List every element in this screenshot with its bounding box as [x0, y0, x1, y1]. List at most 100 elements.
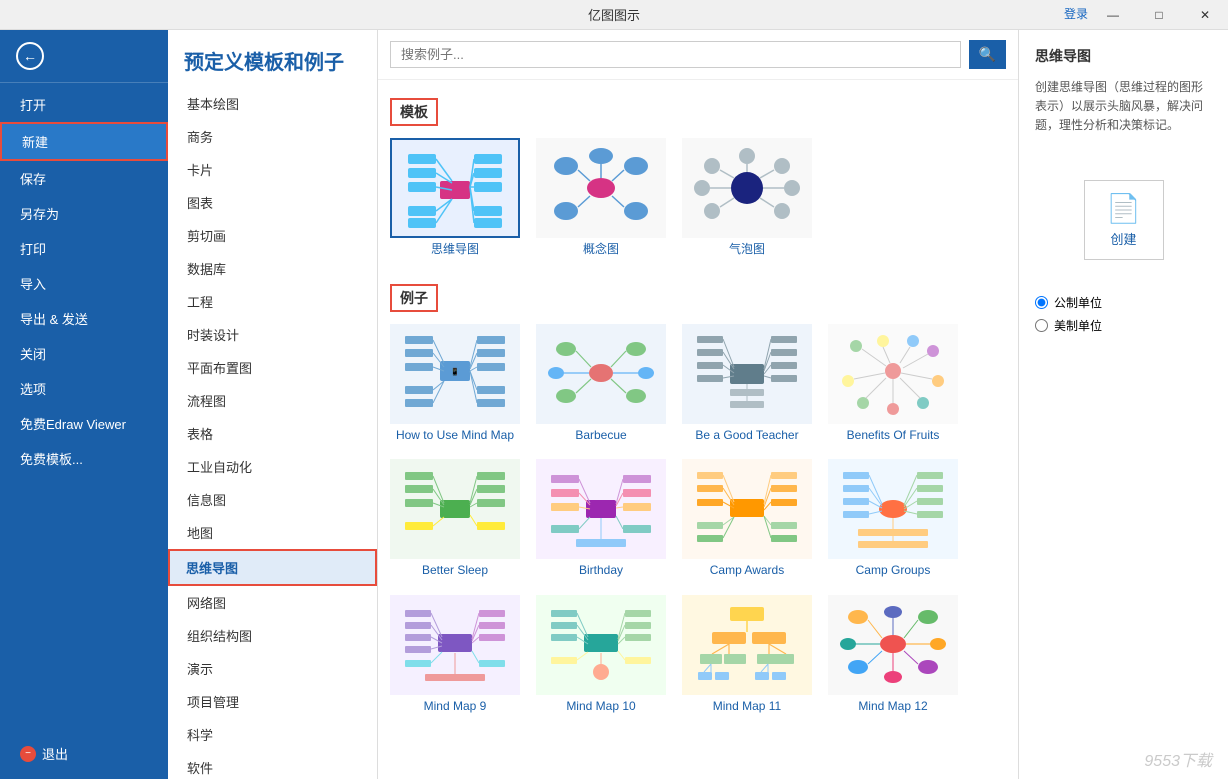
- category-item-industrial[interactable]: 工业自动化: [168, 450, 377, 483]
- unit-label-imperial: 美制单位: [1054, 317, 1102, 334]
- example-name-8: Camp Groups: [828, 563, 958, 579]
- login-button[interactable]: 登录: [1064, 5, 1088, 22]
- category-item-project[interactable]: 项目管理: [168, 685, 377, 718]
- category-item-science[interactable]: 科学: [168, 718, 377, 751]
- category-item-database[interactable]: 数据库: [168, 252, 377, 285]
- example-how-to-use[interactable]: 📱: [390, 324, 520, 444]
- example-thumb-5: [390, 459, 520, 559]
- category-item-network[interactable]: 网络图: [168, 586, 377, 619]
- example-11[interactable]: Mind Map 11: [682, 595, 812, 715]
- sidebar-item-save[interactable]: 保存: [0, 161, 168, 196]
- unit-option-imperial[interactable]: 美制单位: [1035, 317, 1212, 334]
- sidebar-item-saveas[interactable]: 另存为: [0, 196, 168, 231]
- example-thumb-4: [828, 324, 958, 424]
- sidebar-item-free-template[interactable]: 免费模板...: [0, 441, 168, 476]
- sidebar-item-exit[interactable]: − 退出: [0, 736, 168, 771]
- example-thumb-8: [828, 459, 958, 559]
- template-panel: 🔍 模板: [378, 30, 1018, 779]
- svg-text:📱: 📱: [451, 367, 460, 376]
- category-item-presentation[interactable]: 演示: [168, 652, 377, 685]
- close-button[interactable]: ✕: [1182, 0, 1228, 30]
- back-icon: ←: [16, 42, 44, 70]
- category-item-card[interactable]: 卡片: [168, 153, 377, 186]
- template-name-concept: 概念图: [536, 242, 666, 258]
- example-good-teacher[interactable]: Be a Good Teacher: [682, 324, 812, 444]
- example-name-1: How to Use Mind Map: [390, 428, 520, 444]
- example-camp-groups[interactable]: Camp Groups: [828, 459, 958, 579]
- sidebar-footer: − 退出: [0, 728, 168, 779]
- templates-grid: 思维导图: [390, 138, 1006, 258]
- category-panel: 预定义模板和例子 基本绘图 商务 卡片 图表 剪切画 数据库 工程 时装设计 平…: [168, 30, 378, 779]
- example-thumb-9: [390, 595, 520, 695]
- category-item-engineering[interactable]: 工程: [168, 285, 377, 318]
- exit-icon: −: [20, 746, 36, 762]
- example-birthday[interactable]: Birthday: [536, 459, 666, 579]
- example-name-7: Camp Awards: [682, 563, 812, 579]
- sidebar-item-new[interactable]: 新建: [0, 122, 168, 161]
- category-item-software[interactable]: 软件: [168, 751, 377, 779]
- search-button[interactable]: 🔍: [969, 40, 1006, 69]
- example-better-sleep[interactable]: Better Sleep: [390, 459, 520, 579]
- sidebar-item-close[interactable]: 关闭: [0, 336, 168, 371]
- category-item-clip[interactable]: 剪切画: [168, 219, 377, 252]
- example-fruits[interactable]: Benefits Of Fruits: [828, 324, 958, 444]
- category-item-business[interactable]: 商务: [168, 120, 377, 153]
- category-item-flowchart[interactable]: 流程图: [168, 384, 377, 417]
- title-bar: 亿图图示 登录 — □ ✕: [0, 0, 1228, 30]
- example-name-5: Better Sleep: [390, 563, 520, 579]
- maximize-button[interactable]: □: [1136, 0, 1182, 30]
- example-name-6: Birthday: [536, 563, 666, 579]
- examples-section-header: 例子: [390, 284, 438, 312]
- sidebar-item-import[interactable]: 导入: [0, 266, 168, 301]
- unit-radio-metric[interactable]: [1035, 296, 1048, 309]
- example-thumb-3: [682, 324, 812, 424]
- example-name-4: Benefits Of Fruits: [828, 428, 958, 444]
- sidebar-menu: 打开 新建 保存 另存为 打印 导入 导出 & 发送 关闭 选项 免费Edraw…: [0, 83, 168, 480]
- category-item-chart[interactable]: 图表: [168, 186, 377, 219]
- example-thumb-11: [682, 595, 812, 695]
- window-controls: — □ ✕: [1090, 0, 1228, 30]
- example-thumb-6: [536, 459, 666, 559]
- example-camp-awards[interactable]: Camp Awards: [682, 459, 812, 579]
- example-12[interactable]: Mind Map 12: [828, 595, 958, 715]
- examples-grid: 📱: [390, 324, 1006, 715]
- example-name-9: Mind Map 9: [390, 699, 520, 715]
- minimize-button[interactable]: —: [1090, 0, 1136, 30]
- sidebar-item-options[interactable]: 选项: [0, 371, 168, 406]
- sidebar-item-print[interactable]: 打印: [0, 231, 168, 266]
- search-bar: 🔍: [378, 30, 1018, 80]
- template-bubble[interactable]: 气泡图: [682, 138, 812, 258]
- example-barbecue[interactable]: Barbecue: [536, 324, 666, 444]
- template-concept[interactable]: 概念图: [536, 138, 666, 258]
- info-panel: 思维导图 创建思维导图（思维过程的图形表示）以展示头脑风暴，解决问题，理性分析和…: [1018, 30, 1228, 779]
- unit-options: 公制单位 美制单位: [1035, 294, 1212, 334]
- category-item-mindmap[interactable]: 思维导图: [168, 549, 377, 586]
- template-thumb-concept: [536, 138, 666, 238]
- unit-radio-imperial[interactable]: [1035, 319, 1048, 332]
- category-item-floor[interactable]: 平面布置图: [168, 351, 377, 384]
- category-item-map[interactable]: 地图: [168, 516, 377, 549]
- content-area: 预定义模板和例子 基本绘图 商务 卡片 图表 剪切画 数据库 工程 时装设计 平…: [168, 30, 1228, 779]
- category-item-table[interactable]: 表格: [168, 417, 377, 450]
- info-title: 思维导图: [1035, 46, 1212, 66]
- sidebar-item-open[interactable]: 打开: [0, 87, 168, 122]
- example-9[interactable]: Mind Map 9: [390, 595, 520, 715]
- sidebar-item-export[interactable]: 导出 & 发送: [0, 301, 168, 336]
- create-label: 创建: [1110, 229, 1136, 248]
- unit-option-metric[interactable]: 公制单位: [1035, 294, 1212, 311]
- category-item-infographic[interactable]: 信息图: [168, 483, 377, 516]
- category-item-basic[interactable]: 基本绘图: [168, 87, 377, 120]
- example-10[interactable]: Mind Map 10: [536, 595, 666, 715]
- example-thumb-1: 📱: [390, 324, 520, 424]
- app-title: 亿图图示: [588, 5, 640, 24]
- search-input[interactable]: [390, 41, 961, 68]
- template-mindmap[interactable]: 思维导图: [390, 138, 520, 258]
- sidebar-item-viewer[interactable]: 免费Edraw Viewer: [0, 406, 168, 441]
- category-item-org[interactable]: 组织结构图: [168, 619, 377, 652]
- category-item-fashion[interactable]: 时装设计: [168, 318, 377, 351]
- example-name-2: Barbecue: [536, 428, 666, 444]
- template-thumb-mindmap: [390, 138, 520, 238]
- template-scroll: 模板: [378, 80, 1018, 779]
- create-button[interactable]: 📄 创建: [1084, 180, 1164, 260]
- back-button[interactable]: ←: [0, 30, 168, 83]
